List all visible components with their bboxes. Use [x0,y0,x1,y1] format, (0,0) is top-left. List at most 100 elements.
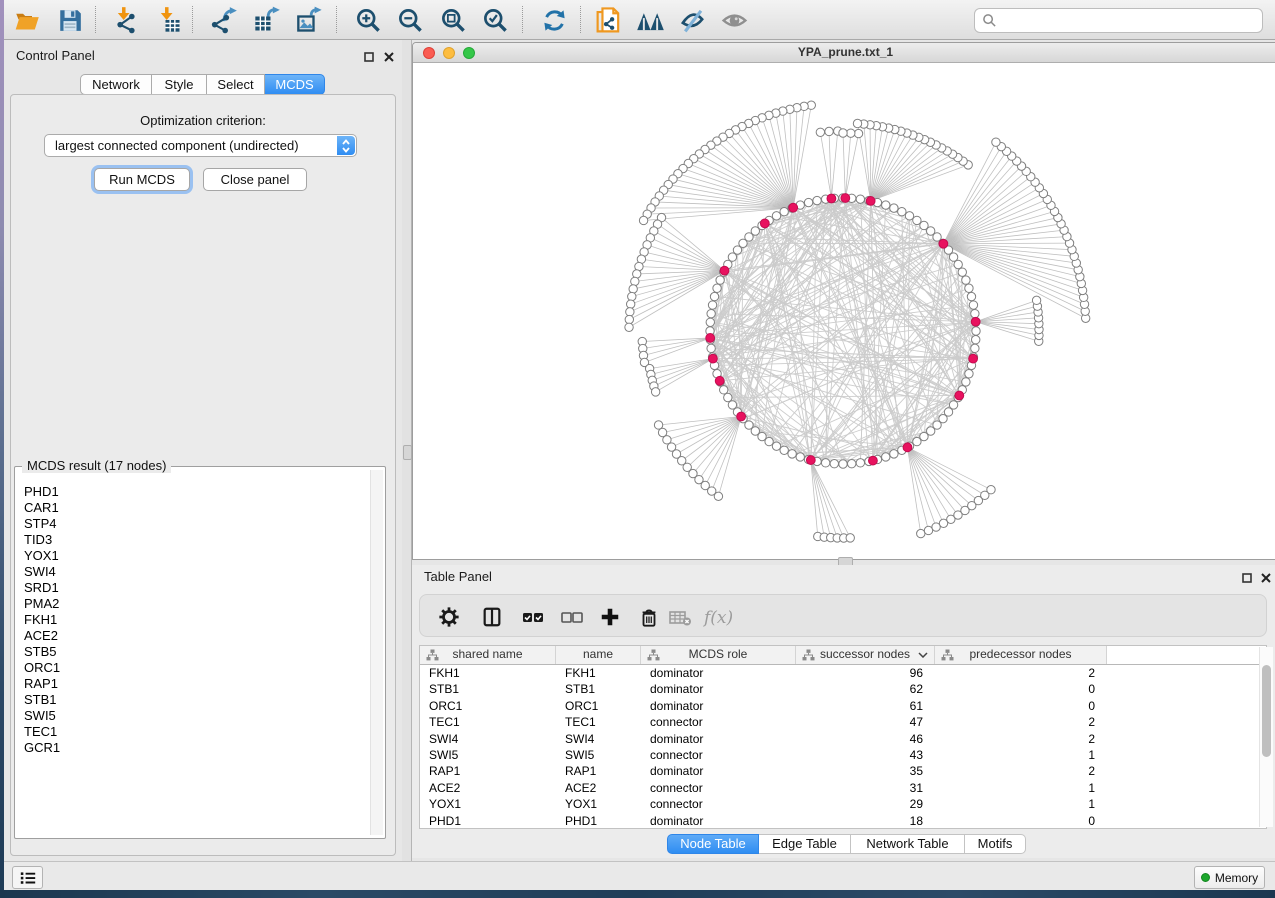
search-binoculars-button[interactable] [633,3,667,37]
tab-network[interactable]: Network [80,74,152,95]
table-cell[interactable]: FKH1 [556,665,641,681]
table-cell[interactable]: 96 [796,665,935,681]
share-document-button[interactable] [591,3,625,37]
splitter-grip[interactable] [403,445,412,460]
table-cell[interactable]: dominator [641,665,796,681]
show-columns-button[interactable] [479,604,505,630]
table-cell[interactable]: 61 [796,698,935,714]
zoom-selected-button[interactable] [478,3,512,37]
table-scrollbar[interactable] [1259,647,1273,827]
table-cell[interactable]: 31 [796,780,935,796]
tab-style[interactable]: Style [152,74,207,95]
table-cell[interactable]: 1 [935,796,1107,812]
tab-network-table[interactable]: Network Table [851,834,965,854]
table-cell[interactable]: SWI5 [420,747,556,763]
table-cell[interactable]: ACE2 [556,780,641,796]
table-cell[interactable]: 2 [935,665,1107,681]
table-cell[interactable]: ORC1 [420,698,556,714]
table-cell[interactable]: dominator [641,813,796,829]
table-cell[interactable]: 43 [796,747,935,763]
table-cell[interactable]: 2 [935,731,1107,747]
refresh-layout-button[interactable] [537,3,571,37]
table-cell[interactable]: YOX1 [420,796,556,812]
table-cell[interactable]: 2 [935,714,1107,730]
table-cell[interactable]: 35 [796,763,935,779]
table-scrollbar-thumb[interactable] [1262,665,1271,757]
table-cell[interactable]: 0 [935,813,1107,829]
close-panel-icon[interactable] [1259,571,1273,585]
mcds-result-item[interactable]: CAR1 [16,500,370,516]
table-row[interactable]: ACE2ACE2connector311 [420,780,1266,796]
table-cell[interactable]: SWI5 [556,747,641,763]
table-cell[interactable]: TEC1 [556,714,641,730]
mcds-result-item[interactable]: GCR1 [16,740,370,756]
mcds-result-item[interactable]: PHD1 [16,484,370,500]
float-panel-icon[interactable] [362,50,376,64]
table-cell[interactable]: dominator [641,698,796,714]
mcds-result-item[interactable]: SWI5 [16,708,370,724]
table-cell[interactable]: SWI4 [556,731,641,747]
mcds-result-item[interactable]: TEC1 [16,724,370,740]
delete-column-button[interactable] [636,604,662,630]
mcds-result-item[interactable]: ORC1 [16,660,370,676]
table-cell[interactable]: 2 [935,763,1107,779]
import-table-button[interactable] [152,3,186,37]
table-cell[interactable]: 46 [796,731,935,747]
mcds-result-item[interactable]: SRD1 [16,580,370,596]
table-cell[interactable]: 29 [796,796,935,812]
table-row[interactable]: PHD1PHD1dominator180 [420,813,1266,829]
tab-select[interactable]: Select [207,74,265,95]
mcds-result-item[interactable]: STB5 [16,644,370,660]
table-cell[interactable]: 0 [935,698,1107,714]
unselect-all-button[interactable] [559,604,585,630]
table-row[interactable]: STB1STB1dominator620 [420,681,1266,697]
table-row[interactable]: YOX1YOX1connector291 [420,796,1266,812]
table-cell[interactable]: dominator [641,763,796,779]
table-row[interactable]: TEC1TEC1connector472 [420,714,1266,730]
export-network-button[interactable] [207,3,241,37]
table-cell[interactable]: STB1 [420,681,556,697]
table-cell[interactable]: RAP1 [420,763,556,779]
mcds-result-item[interactable]: YOX1 [16,548,370,564]
export-table-button[interactable] [250,3,284,37]
table-cell[interactable]: YOX1 [556,796,641,812]
mcds-result-item[interactable]: FKH1 [16,612,370,628]
tab-motifs[interactable]: Motifs [965,834,1026,854]
table-cell[interactable]: TEC1 [420,714,556,730]
network-canvas[interactable] [413,63,1275,559]
network-window-titlebar[interactable]: YPA_prune.txt_1 [413,43,1275,63]
table-cell[interactable]: FKH1 [420,665,556,681]
table-cell[interactable]: PHD1 [556,813,641,829]
table-cell[interactable]: 47 [796,714,935,730]
tab-mcds[interactable]: MCDS [265,74,325,95]
mcds-result-item[interactable]: TID3 [16,532,370,548]
column-header-name[interactable]: name [556,646,641,664]
select-all-button[interactable] [520,604,546,630]
table-cell[interactable]: 1 [935,780,1107,796]
table-cell[interactable]: 1 [935,747,1107,763]
tab-node-table[interactable]: Node Table [667,834,759,854]
column-header-predecessor-nodes[interactable]: predecessor nodes [935,646,1107,664]
table-row[interactable]: SWI4SWI4dominator462 [420,731,1266,747]
table-cell[interactable]: PHD1 [420,813,556,829]
close-panel-button[interactable]: Close panel [203,168,307,191]
table-cell[interactable]: dominator [641,681,796,697]
import-network-button[interactable] [109,3,143,37]
zoom-in-button[interactable] [351,3,385,37]
create-column-button[interactable] [597,604,623,630]
show-task-history-button[interactable] [12,866,43,889]
table-row[interactable]: ORC1ORC1dominator610 [420,698,1266,714]
mcds-result-item[interactable]: STP4 [16,516,370,532]
export-image-button[interactable] [293,3,327,37]
tab-edge-table[interactable]: Edge Table [759,834,851,854]
table-cell[interactable]: connector [641,714,796,730]
table-row[interactable]: SWI5SWI5connector431 [420,747,1266,763]
search-input[interactable] [974,8,1263,33]
table-cell[interactable]: connector [641,796,796,812]
table-cell[interactable]: ORC1 [556,698,641,714]
open-file-button[interactable] [10,3,44,37]
zoom-fit-button[interactable] [436,3,470,37]
table-cell[interactable]: dominator [641,731,796,747]
close-panel-icon[interactable] [382,50,396,64]
mcds-result-item[interactable]: SWI4 [16,564,370,580]
